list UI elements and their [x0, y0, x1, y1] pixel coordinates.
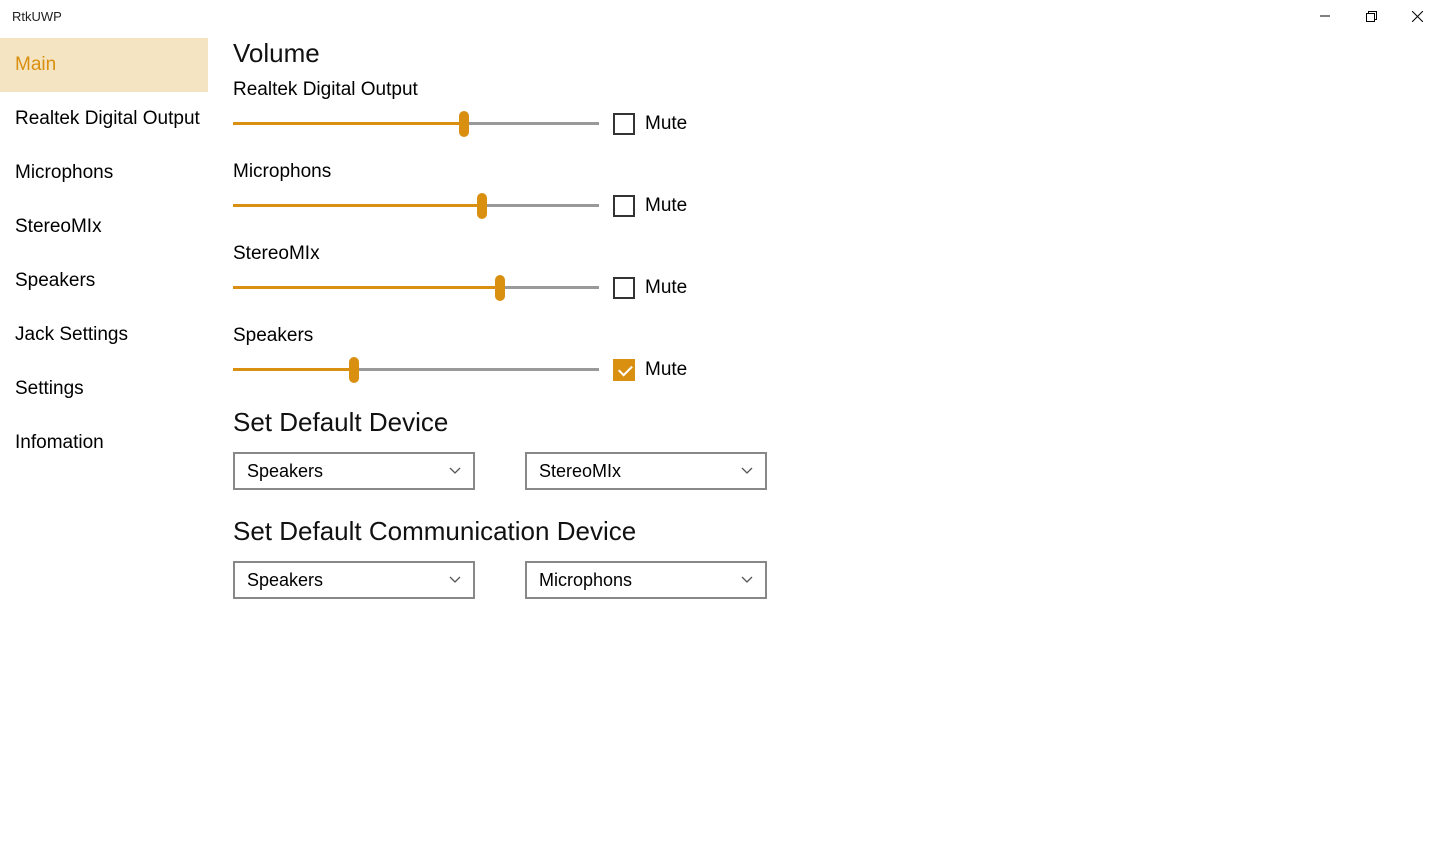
default-output-value: Speakers — [247, 461, 323, 482]
volume-row: Mute — [233, 109, 1440, 139]
volume-row: Mute — [233, 355, 1440, 385]
mute-checkbox[interactable] — [613, 195, 635, 217]
comm-input-value: Microphons — [539, 570, 632, 591]
titlebar: RtkUWP — [0, 0, 1440, 32]
mute-label: Mute — [645, 113, 687, 135]
sidebar-item-label: Jack Settings — [15, 324, 128, 346]
sidebar-item-label: Microphons — [15, 162, 113, 184]
mute-checkbox[interactable] — [613, 359, 635, 381]
default-comm-heading: Set Default Communication Device — [233, 516, 1440, 547]
sidebar-item-label: Settings — [15, 378, 84, 400]
sidebar-item-label: Realtek Digital Output — [15, 108, 200, 130]
window-controls — [1302, 0, 1440, 32]
mute-checkbox[interactable] — [613, 113, 635, 135]
sidebar-item[interactable]: Infomation — [0, 416, 208, 470]
volume-slider[interactable] — [233, 109, 599, 139]
sidebar-item-label: Infomation — [15, 432, 104, 454]
main-panel: Volume Realtek Digital OutputMuteMicroph… — [208, 32, 1440, 862]
volume-slider[interactable] — [233, 355, 599, 385]
default-device-row: Speakers StereoMIx — [233, 452, 1440, 490]
close-button[interactable] — [1394, 0, 1440, 32]
mute-checkbox[interactable] — [613, 277, 635, 299]
mute-label: Mute — [645, 277, 687, 299]
sidebar-item-label: Main — [15, 54, 56, 76]
volume-label: Speakers — [233, 325, 1440, 347]
sidebar-item-label: Speakers — [15, 270, 95, 292]
comm-output-select[interactable]: Speakers — [233, 561, 475, 599]
chevron-down-icon — [741, 574, 753, 586]
volume-group: Realtek Digital Output Mute — [233, 79, 1440, 139]
sidebar-item[interactable]: Realtek Digital Output — [0, 92, 208, 146]
default-input-value: StereoMIx — [539, 461, 621, 482]
volume-row: Mute — [233, 191, 1440, 221]
volume-label: Microphons — [233, 161, 1440, 183]
volume-group: StereoMIx Mute — [233, 243, 1440, 303]
default-input-select[interactable]: StereoMIx — [525, 452, 767, 490]
window-title: RtkUWP — [12, 9, 1302, 24]
volume-row: Mute — [233, 273, 1440, 303]
volume-slider[interactable] — [233, 191, 599, 221]
mute-label: Mute — [645, 359, 687, 381]
volume-group: Speakers Mute — [233, 325, 1440, 385]
sidebar: Main Realtek Digital Output Microphons Ster… — [0, 32, 208, 862]
chevron-down-icon — [449, 465, 461, 477]
comm-input-select[interactable]: Microphons — [525, 561, 767, 599]
sidebar-item[interactable]: Settings — [0, 362, 208, 416]
sidebar-item-label: StereoMIx — [15, 216, 102, 238]
chevron-down-icon — [449, 574, 461, 586]
volume-slider[interactable] — [233, 273, 599, 303]
sidebar-item[interactable]: StereoMIx — [0, 200, 208, 254]
mute-label: Mute — [645, 195, 687, 217]
minimize-button[interactable] — [1302, 0, 1348, 32]
sidebar-item[interactable]: Main — [0, 38, 208, 92]
comm-output-value: Speakers — [247, 570, 323, 591]
sidebar-item[interactable]: Speakers — [0, 254, 208, 308]
sidebar-item[interactable]: Microphons — [0, 146, 208, 200]
sidebar-item[interactable]: Jack Settings — [0, 308, 208, 362]
volume-label: StereoMIx — [233, 243, 1440, 265]
volume-list: Realtek Digital Output Mute Microphons Mute… — [233, 79, 1440, 385]
maximize-button[interactable] — [1348, 0, 1394, 32]
volume-heading: Volume — [233, 38, 1440, 69]
default-device-heading: Set Default Device — [233, 407, 1440, 438]
default-output-select[interactable]: Speakers — [233, 452, 475, 490]
chevron-down-icon — [741, 465, 753, 477]
volume-label: Realtek Digital Output — [233, 79, 1440, 101]
default-comm-row: Speakers Microphons — [233, 561, 1440, 599]
volume-group: Microphons Mute — [233, 161, 1440, 221]
